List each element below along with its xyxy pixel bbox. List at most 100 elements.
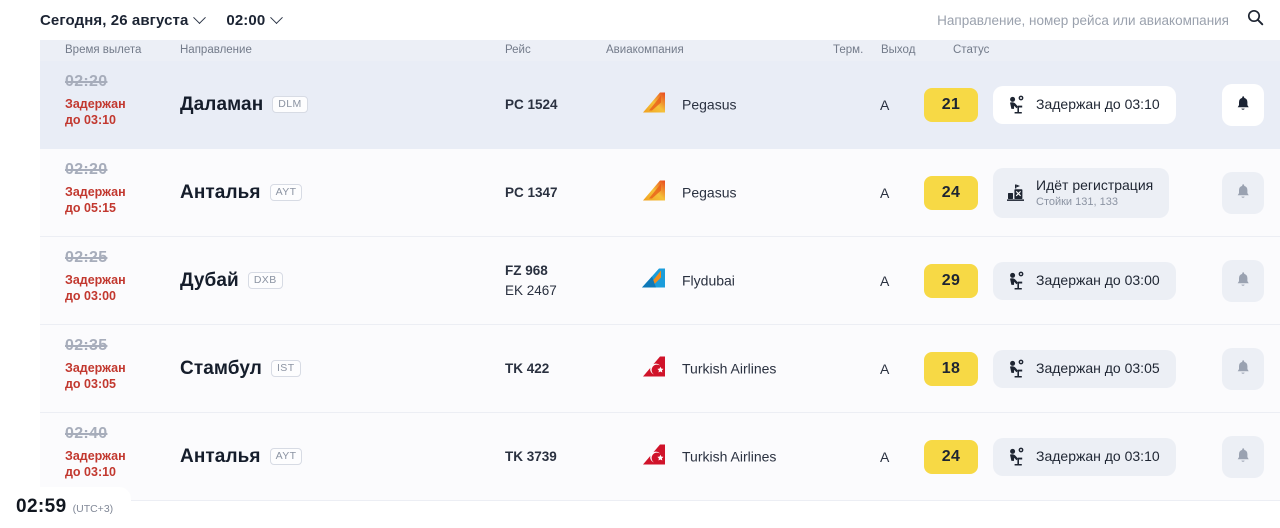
subscribe-notification-button[interactable]: [1222, 259, 1264, 302]
flydubai-logo: [640, 265, 670, 296]
notification-cell[interactable]: [1222, 171, 1264, 214]
status-cell[interactable]: Задержан до 03:00: [993, 261, 1176, 300]
notification-cell[interactable]: [1222, 435, 1264, 478]
status-badge[interactable]: Идёт регистрация Стойки 131, 133: [993, 167, 1170, 218]
chevron-down-icon: [193, 10, 207, 24]
search-area[interactable]: Направление, номер рейса или авиакомпани…: [937, 9, 1264, 31]
status-main-text: Задержан до 03:05: [1036, 360, 1160, 376]
destination-iata-code: DXB: [247, 272, 283, 289]
flight-number-cell: TK 422: [505, 359, 549, 379]
column-header-departure-time: Время вылета: [65, 44, 142, 56]
terminal-value: A: [880, 184, 890, 201]
flight-number-cell: PC 1347: [505, 183, 558, 203]
flight-list: 02:20 Задержан до 03:10 Даламан DLM PC 1524 Pe…: [0, 61, 1280, 501]
gate-cell: 21: [924, 87, 978, 122]
gate-badge: 24: [924, 439, 978, 474]
filter-group: Сегодня, 26 августа 02:00: [40, 10, 284, 29]
delay-notice: Задержан до 03:00: [65, 273, 126, 303]
date-filter-dropdown[interactable]: Сегодня, 26 августа: [40, 10, 207, 29]
status-badge[interactable]: Задержан до 03:10: [993, 437, 1176, 476]
waiting-passenger-icon: [1006, 447, 1026, 467]
waiting-passenger-icon: [1006, 95, 1026, 115]
search-icon[interactable]: [1247, 9, 1264, 31]
flight-number-primary: TK 3739: [505, 448, 557, 464]
destination-cell: Анталья AYT: [180, 446, 303, 468]
status-cell[interactable]: Задержан до 03:10: [993, 437, 1176, 476]
airline-name: Pegasus: [682, 96, 737, 113]
gate-badge: 29: [924, 263, 978, 298]
departure-time-cell: 02:40 Задержан до 03:10: [65, 425, 185, 480]
notification-cell[interactable]: [1222, 259, 1264, 302]
departure-time-cell: 02:35 Задержан до 03:05: [65, 337, 185, 392]
left-margin-strip: [0, 40, 40, 528]
date-filter-label: Сегодня, 26 августа: [40, 11, 189, 29]
bell-icon: [1235, 183, 1251, 203]
subscribe-notification-button[interactable]: [1222, 435, 1264, 478]
status-main-text: Задержан до 03:00: [1036, 272, 1160, 288]
gate-badge: 24: [924, 175, 978, 210]
pegasus-logo: [640, 89, 670, 120]
status-badge[interactable]: Задержан до 03:00: [993, 261, 1176, 300]
flight-number-primary: FZ 968: [505, 262, 548, 278]
gate-cell: 18: [924, 351, 978, 386]
airline-name: Pegasus: [682, 184, 737, 201]
destination-name: Даламан: [180, 93, 264, 115]
time-filter-dropdown[interactable]: 02:00: [226, 10, 284, 29]
top-header-bar: Сегодня, 26 августа 02:00 Направление, н…: [0, 0, 1280, 40]
pegasus-logo: [640, 177, 670, 208]
destination-iata-code: IST: [270, 360, 301, 377]
delay-notice: Задержан до 03:05: [65, 361, 126, 391]
table-row[interactable]: 02:20 Задержан до 03:10 Даламан DLM PC 1524 Pe…: [40, 61, 1280, 149]
destination-iata-code: AYT: [269, 448, 303, 465]
terminal-value: A: [880, 96, 890, 113]
terminal-value: A: [880, 448, 890, 465]
column-header-flight: Рейс: [505, 44, 531, 56]
delay-notice: Задержан до 03:10: [65, 449, 126, 479]
airline-cell: Pegasus: [640, 89, 736, 120]
destination-name: Стамбул: [180, 357, 262, 379]
airline-cell: Turkish Airlines: [640, 353, 776, 384]
search-input[interactable]: Направление, номер рейса или авиакомпани…: [937, 13, 1229, 28]
subscribe-notification-button[interactable]: [1222, 171, 1264, 214]
destination-cell: Анталья AYT: [180, 182, 303, 204]
status-badge[interactable]: Задержан до 03:05: [993, 349, 1176, 388]
status-cell[interactable]: Задержан до 03:05: [993, 349, 1176, 388]
table-row[interactable]: 02:40 Задержан до 03:10 Анталья AYT TK 3739 Tu…: [40, 413, 1280, 501]
scheduled-time: 02:25: [65, 249, 108, 266]
gate-badge: 21: [924, 87, 978, 122]
scheduled-time: 02:20: [65, 73, 108, 90]
scheduled-time: 02:35: [65, 337, 108, 354]
flight-number-primary: PC 1347: [505, 184, 558, 200]
gate-cell: 24: [924, 175, 978, 210]
column-header-destination: Направление: [180, 44, 252, 56]
bell-icon: [1235, 271, 1251, 291]
status-cell[interactable]: Идёт регистрация Стойки 131, 133: [993, 167, 1170, 218]
bell-icon: [1235, 447, 1251, 467]
status-badge[interactable]: Задержан до 03:10: [993, 85, 1176, 124]
gate-cell: 29: [924, 263, 978, 298]
turkish-logo: [640, 441, 670, 472]
flight-number-secondary: EK 2467: [505, 282, 557, 298]
table-row[interactable]: 02:25 Задержан до 03:00 Дубай DXB FZ 968 EK 24…: [40, 237, 1280, 325]
subscribe-notification-button[interactable]: [1222, 83, 1264, 126]
destination-cell: Дубай DXB: [180, 270, 283, 292]
status-cell[interactable]: Задержан до 03:10: [993, 85, 1176, 124]
delay-notice: Задержан до 05:15: [65, 185, 126, 215]
table-row[interactable]: 02:20 Задержан до 05:15 Анталья AYT PC 1347 Pe…: [40, 149, 1280, 237]
notification-cell[interactable]: [1222, 83, 1264, 126]
flight-number-cell: PC 1524: [505, 95, 558, 115]
airline-name: Flydubai: [682, 272, 735, 289]
status-main-text: Идёт регистрация: [1036, 176, 1154, 193]
notification-cell[interactable]: [1222, 347, 1264, 390]
scheduled-time: 02:20: [65, 161, 108, 178]
subscribe-notification-button[interactable]: [1222, 347, 1264, 390]
clock-timezone: (UTC+3): [72, 503, 114, 515]
table-row[interactable]: 02:35 Задержан до 03:05 Стамбул IST TK 422 Tur…: [40, 325, 1280, 413]
clock-time: 02:59: [16, 496, 67, 517]
flight-number-cell: TK 3739: [505, 447, 557, 467]
local-time-widget: 02:59 (UTC+3): [0, 487, 132, 528]
departure-time-cell: 02:20 Задержан до 03:10: [65, 73, 185, 128]
destination-iata-code: AYT: [269, 184, 303, 201]
gate-badge: 18: [924, 351, 978, 386]
destination-iata-code: DLM: [272, 96, 308, 113]
